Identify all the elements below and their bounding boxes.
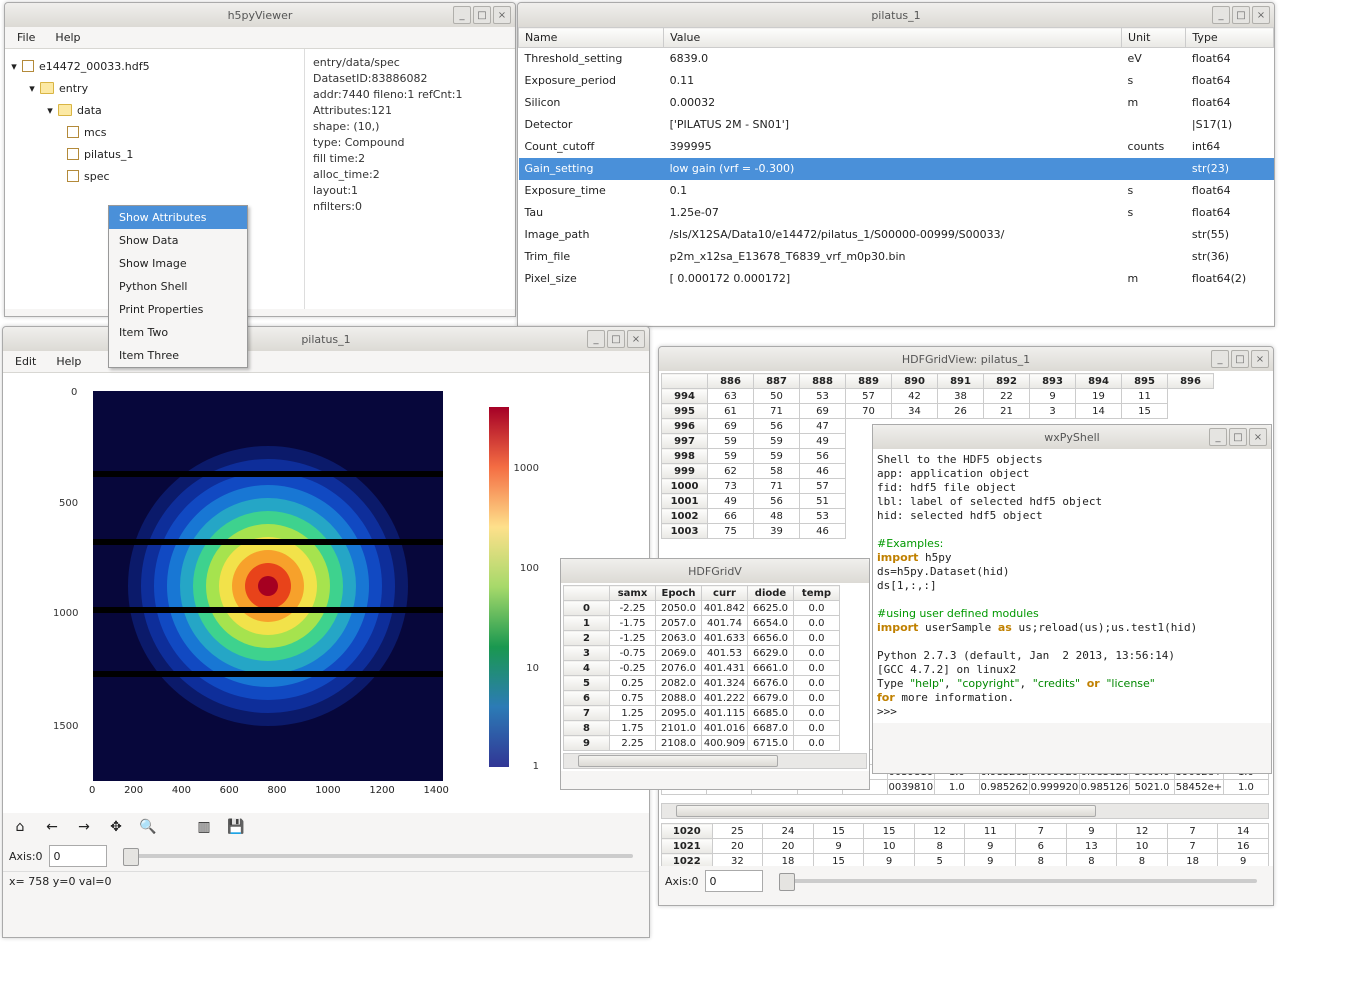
attr-row[interactable]: Exposure_period0.11sfloat64 bbox=[519, 70, 1274, 92]
ctx-item[interactable]: Show Attributes bbox=[109, 206, 247, 229]
ctx-item[interactable]: Item Three bbox=[109, 344, 247, 367]
grid-row[interactable]: 81.752101.0401.0166687.00.0 bbox=[564, 721, 840, 736]
axis-label: Axis:0 bbox=[9, 850, 43, 863]
grid-row[interactable]: 71.252095.0401.1156685.00.0 bbox=[564, 706, 840, 721]
h5pyviewer-window: h5pyViewer _□× File Help ▾e14472_00033.h… bbox=[4, 2, 516, 317]
attr-row[interactable]: Silicon0.00032mfloat64 bbox=[519, 92, 1274, 114]
attr-row[interactable]: Exposure_time0.1sfloat64 bbox=[519, 180, 1274, 202]
grid-row[interactable]: 1022321815959888189 bbox=[662, 854, 1269, 867]
attr-row[interactable]: Threshold_setting6839.0eVfloat64 bbox=[519, 48, 1274, 70]
file-icon bbox=[22, 60, 34, 72]
dataset-icon bbox=[67, 170, 79, 182]
titlebar[interactable]: pilatus_1 _□× bbox=[3, 327, 649, 351]
hscrollbar[interactable] bbox=[563, 753, 867, 769]
axis-input[interactable] bbox=[49, 845, 107, 867]
min-icon[interactable]: _ bbox=[1209, 428, 1227, 446]
min-icon[interactable]: _ bbox=[1211, 350, 1229, 368]
colorbar bbox=[489, 407, 509, 767]
col-header[interactable]: Name bbox=[519, 28, 664, 48]
grid-row[interactable]: 60.752088.0401.2226679.00.0 bbox=[564, 691, 840, 706]
attr-row[interactable]: Pixel_size[ 0.000172 0.000172]mfloat64(2… bbox=[519, 268, 1274, 290]
menu-edit[interactable]: Edit bbox=[9, 353, 42, 370]
attr-row[interactable]: Image_path/sls/X12SA/Data10/e14472/pilat… bbox=[519, 224, 1274, 246]
menu-file[interactable]: File bbox=[11, 29, 41, 46]
titlebar[interactable]: HDFGridV bbox=[561, 559, 869, 583]
titlebar[interactable]: pilatus_1 _□× bbox=[518, 3, 1274, 27]
col-header[interactable]: Type bbox=[1186, 28, 1274, 48]
max-icon[interactable]: □ bbox=[1229, 428, 1247, 446]
grid-row[interactable]: 102120209108961310716 bbox=[662, 839, 1269, 854]
attr-row[interactable]: Detector['PILATUS 2M - SN01']|S17(1) bbox=[519, 114, 1274, 136]
grid-row[interactable]: 9956171697034262131415 bbox=[662, 404, 1214, 419]
max-icon[interactable]: □ bbox=[473, 6, 491, 24]
col-header[interactable]: Unit bbox=[1122, 28, 1186, 48]
context-menu: Show AttributesShow DataShow ImagePython… bbox=[108, 205, 248, 368]
axis-slider[interactable] bbox=[123, 854, 633, 858]
ctx-item[interactable]: Item Two bbox=[109, 321, 247, 344]
save-icon[interactable]: 💾 bbox=[225, 816, 247, 838]
back-icon[interactable]: ← bbox=[41, 816, 63, 838]
grid-row[interactable]: 3-0.752069.0401.536629.00.0 bbox=[564, 646, 840, 661]
close-icon[interactable]: × bbox=[627, 330, 645, 348]
ctx-item[interactable]: Show Data bbox=[109, 229, 247, 252]
dataset-info: entry/data/specDatasetID:83886082addr:74… bbox=[305, 49, 515, 309]
ctx-item[interactable]: Python Shell bbox=[109, 275, 247, 298]
plot-canvas[interactable]: 1000 100 10 1 0 500 1000 1500 0200400600… bbox=[3, 373, 649, 813]
attr-row[interactable]: Trim_filep2m_x12sa_E13678_T6839_vrf_m0p3… bbox=[519, 246, 1274, 268]
titlebar[interactable]: HDFGridView: pilatus_1 _□× bbox=[659, 347, 1273, 371]
min-icon[interactable]: _ bbox=[587, 330, 605, 348]
col-header[interactable]: Value bbox=[664, 28, 1122, 48]
grid-row[interactable]: 9946350535742382291911 bbox=[662, 389, 1214, 404]
grid-row[interactable]: 0-2.252050.0401.8426625.00.0 bbox=[564, 601, 840, 616]
attributes-window: pilatus_1 _□× NameValueUnitTypeThreshold… bbox=[517, 2, 1275, 327]
max-icon[interactable]: □ bbox=[1231, 350, 1249, 368]
axis-input[interactable] bbox=[705, 870, 763, 892]
image-viewer-window: pilatus_1 _□× Edit Help 1000 100 10 1 0 5… bbox=[2, 326, 650, 938]
titlebar[interactable]: h5pyViewer _□× bbox=[5, 3, 515, 27]
hscrollbar[interactable] bbox=[661, 803, 1269, 819]
axis-label: Axis:0 bbox=[665, 875, 699, 888]
folder-icon bbox=[58, 104, 72, 116]
dataset-icon bbox=[67, 126, 79, 138]
shell-window: wxPyShell _□× Shell to the HDF5 objects … bbox=[872, 424, 1272, 774]
zoom-icon[interactable]: 🔍 bbox=[137, 816, 159, 838]
close-icon[interactable]: × bbox=[1252, 6, 1270, 24]
grid-row[interactable]: 10202524151512117912714 bbox=[662, 824, 1269, 839]
close-icon[interactable]: × bbox=[1251, 350, 1269, 368]
ctx-item[interactable]: Show Image bbox=[109, 252, 247, 275]
attr-row[interactable]: Gain_settinglow gain (vrf = -0.300)str(2… bbox=[519, 158, 1274, 180]
grid-row[interactable]: 1-1.752057.0401.746654.00.0 bbox=[564, 616, 840, 631]
forward-icon[interactable]: → bbox=[73, 816, 95, 838]
close-icon[interactable]: × bbox=[1249, 428, 1267, 446]
shell-body[interactable]: Shell to the HDF5 objects app: applicati… bbox=[873, 449, 1271, 723]
menubar: File Help bbox=[5, 27, 515, 49]
min-icon[interactable]: _ bbox=[453, 6, 471, 24]
spec-grid[interactable]: samxEpochcurrdiodetemp0-2.252050.0401.84… bbox=[563, 585, 840, 751]
close-icon[interactable]: × bbox=[493, 6, 511, 24]
plot-toolbar: ⌂ ← → ✥ 🔍 ▥ 💾 bbox=[3, 813, 649, 841]
attr-row[interactable]: Tau1.25e-07sfloat64 bbox=[519, 202, 1274, 224]
grid-row[interactable]: 92.252108.0400.9096715.00.0 bbox=[564, 736, 840, 751]
max-icon[interactable]: □ bbox=[1232, 6, 1250, 24]
attr-row[interactable]: Count_cutoff399995countsint64 bbox=[519, 136, 1274, 158]
titlebar[interactable]: wxPyShell _□× bbox=[873, 425, 1271, 449]
grid-row[interactable]: 50.252082.0401.3246676.00.0 bbox=[564, 676, 840, 691]
spec-grid-window: HDFGridV samxEpochcurrdiodetemp0-2.25205… bbox=[560, 558, 870, 790]
min-icon[interactable]: _ bbox=[1212, 6, 1230, 24]
attr-table[interactable]: NameValueUnitTypeThreshold_setting6839.0… bbox=[518, 27, 1274, 290]
subplots-icon[interactable]: ▥ bbox=[193, 816, 215, 838]
pan-icon[interactable]: ✥ bbox=[105, 816, 127, 838]
max-icon[interactable]: □ bbox=[607, 330, 625, 348]
home-icon[interactable]: ⌂ bbox=[9, 816, 31, 838]
menu-help[interactable]: Help bbox=[49, 29, 86, 46]
grid-row[interactable]: 2-1.252063.0401.6336656.00.0 bbox=[564, 631, 840, 646]
dataset-icon bbox=[67, 148, 79, 160]
menu-help[interactable]: Help bbox=[50, 353, 87, 370]
axis-slider[interactable] bbox=[779, 879, 1257, 883]
folder-icon bbox=[40, 82, 54, 94]
grid-row[interactable]: 4-0.252076.0401.4316661.00.0 bbox=[564, 661, 840, 676]
ctx-item[interactable]: Print Properties bbox=[109, 298, 247, 321]
status-bar: x= 758 y=0 val=0 bbox=[3, 871, 649, 891]
